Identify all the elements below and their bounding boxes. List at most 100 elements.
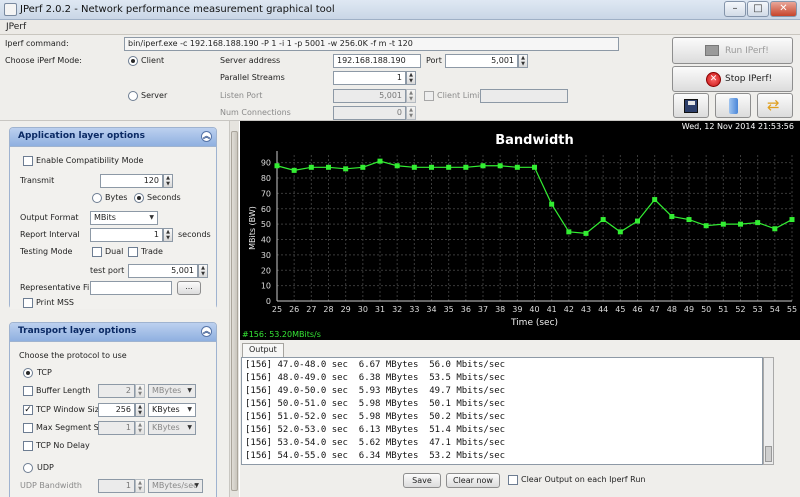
parallel-streams-input[interactable]: 1 bbox=[333, 71, 406, 85]
x-tick-label: 32 bbox=[392, 305, 402, 314]
output-scrollbar[interactable] bbox=[763, 357, 774, 465]
data-point bbox=[377, 158, 383, 164]
data-point bbox=[480, 163, 486, 169]
trade-checkbox[interactable] bbox=[128, 247, 138, 257]
num-connections-input[interactable]: 0 bbox=[333, 106, 406, 120]
save-output-button[interactable]: Save bbox=[403, 473, 441, 488]
testing-mode-label: Testing Mode bbox=[20, 247, 73, 256]
udp-bandwidth-unit-select[interactable]: MBytes/sec bbox=[148, 479, 203, 493]
clear-now-button[interactable]: Clear now bbox=[446, 473, 500, 488]
listen-port-spinner[interactable]: ▲ ▼ bbox=[406, 89, 416, 103]
minimize-button[interactable]: – bbox=[724, 1, 746, 17]
server-address-input[interactable]: 192.168.188.190 bbox=[333, 54, 421, 68]
x-tick-label: 39 bbox=[512, 305, 522, 314]
transmit-spinner[interactable]: ▲ ▼ bbox=[163, 174, 173, 188]
top-config-panel: Iperf command: bin/iperf.exe -c 192.168.… bbox=[0, 35, 800, 121]
x-tick-label: 45 bbox=[615, 305, 625, 314]
x-tick-label: 49 bbox=[684, 305, 694, 314]
tcp-window-size-checkbox[interactable]: ✓ bbox=[23, 405, 33, 415]
x-tick-label: 26 bbox=[289, 305, 299, 314]
save-config-button[interactable] bbox=[673, 93, 709, 118]
mss-unit-select[interactable]: KBytes bbox=[148, 421, 196, 435]
server-radio[interactable] bbox=[128, 91, 138, 101]
data-point bbox=[532, 164, 537, 170]
server-address-label: Server address bbox=[220, 56, 281, 65]
mss-spinner[interactable]: ▲ ▼ bbox=[135, 421, 145, 435]
mss-input[interactable]: 1 bbox=[98, 421, 135, 435]
output-scrollbar-thumb[interactable] bbox=[765, 446, 772, 462]
output-format-select[interactable]: MBits bbox=[90, 211, 158, 225]
report-interval-spinner[interactable]: ▲ ▼ bbox=[163, 228, 173, 242]
num-connections-spinner[interactable]: ▲ ▼ bbox=[406, 106, 416, 120]
tcp-window-size-input[interactable]: 256 bbox=[98, 403, 135, 417]
collapse-chevron-icon[interactable]: ︽ bbox=[201, 326, 212, 337]
bandwidth-chart-panel: Wed, 12 Nov 2014 21:53:56 Bandwidth 0 10 20… bbox=[240, 121, 800, 340]
mss-checkbox[interactable] bbox=[23, 423, 33, 433]
port-spinner[interactable]: ▲ ▼ bbox=[518, 54, 528, 68]
trade-label: Trade bbox=[141, 247, 163, 256]
x-tick-label: 31 bbox=[375, 305, 385, 314]
output-line: [156] 47.0-48.0 sec 6.67 MBytes 56.0 Mbi… bbox=[245, 360, 506, 370]
refresh-button[interactable]: ⇄ bbox=[757, 93, 793, 118]
stop-iperf-button[interactable]: ✕ Stop IPerf! bbox=[672, 66, 793, 92]
transport-layer-header[interactable]: Transport layer options ︽ bbox=[10, 323, 216, 341]
options-scrollbar[interactable] bbox=[229, 121, 239, 497]
data-point bbox=[772, 226, 778, 232]
bytes-radio[interactable] bbox=[92, 193, 102, 203]
maximize-button[interactable]: □ bbox=[747, 1, 769, 17]
test-port-spinner[interactable]: ▲ ▼ bbox=[198, 264, 208, 278]
browse-button[interactable]: ... bbox=[177, 281, 201, 295]
clear-each-run-checkbox[interactable] bbox=[508, 475, 518, 485]
data-point bbox=[463, 164, 469, 170]
buffer-length-spinner[interactable]: ▲ ▼ bbox=[135, 384, 145, 398]
tab-output[interactable]: Output bbox=[242, 343, 284, 358]
tcp-radio[interactable] bbox=[23, 368, 33, 378]
seconds-radio[interactable] bbox=[134, 193, 144, 203]
app-icon bbox=[4, 3, 17, 16]
client-limit-input[interactable] bbox=[480, 89, 568, 103]
client-limit-checkbox[interactable] bbox=[424, 91, 434, 101]
application-layer-title: Application layer options bbox=[18, 131, 145, 141]
buffer-length-input[interactable]: 2 bbox=[98, 384, 135, 398]
data-point bbox=[497, 163, 503, 169]
floppy-save-icon bbox=[684, 99, 698, 113]
clear-config-button[interactable] bbox=[715, 93, 751, 118]
x-tick-label: 53 bbox=[753, 305, 763, 314]
client-limit-label: Client Limit bbox=[437, 91, 483, 100]
output-textarea[interactable]: [156] 47.0-48.0 sec 6.67 MBytes 56.0 Mbi… bbox=[241, 357, 763, 465]
tcp-window-unit-select[interactable]: KBytes bbox=[148, 403, 196, 417]
buffer-length-unit-select[interactable]: MBytes bbox=[148, 384, 196, 398]
collapse-chevron-icon[interactable]: ︽ bbox=[201, 131, 212, 142]
udp-radio[interactable] bbox=[23, 463, 33, 473]
menu-jperf[interactable]: JPerf bbox=[6, 22, 26, 32]
udp-bandwidth-spinner[interactable]: ▲ ▼ bbox=[135, 479, 145, 493]
iperf-command-field[interactable]: bin/iperf.exe -c 192.168.188.190 -P 1 -i… bbox=[124, 37, 619, 51]
report-interval-input[interactable]: 1 bbox=[90, 228, 163, 242]
listen-port-input[interactable]: 5,001 bbox=[333, 89, 406, 103]
application-layer-header[interactable]: Application layer options ︽ bbox=[10, 128, 216, 146]
port-input[interactable]: 5,001 bbox=[445, 54, 518, 68]
print-mss-checkbox[interactable] bbox=[23, 298, 33, 308]
run-iperf-button[interactable]: Run IPerf! bbox=[672, 37, 793, 64]
tcp-window-size-spinner[interactable]: ▲ ▼ bbox=[135, 403, 145, 417]
rep-file-input[interactable] bbox=[90, 281, 172, 295]
close-button[interactable]: ✕ bbox=[770, 1, 797, 17]
print-mss-label: Print MSS bbox=[36, 298, 75, 307]
x-tick-label: 37 bbox=[478, 305, 488, 314]
data-point bbox=[755, 220, 761, 226]
report-interval-unit: seconds bbox=[178, 230, 211, 239]
x-tick-label: 41 bbox=[547, 305, 557, 314]
compat-mode-checkbox[interactable] bbox=[23, 156, 33, 166]
test-port-label: test port bbox=[90, 266, 125, 275]
tcp-no-delay-checkbox[interactable] bbox=[23, 441, 33, 451]
dual-checkbox[interactable] bbox=[92, 247, 102, 257]
test-port-input[interactable]: 5,001 bbox=[128, 264, 198, 278]
udp-bandwidth-input[interactable]: 1 bbox=[98, 479, 135, 493]
options-scrollbar-thumb[interactable] bbox=[231, 131, 238, 491]
transmit-input[interactable]: 120 bbox=[100, 174, 163, 188]
client-radio[interactable] bbox=[128, 56, 138, 66]
parallel-streams-spinner[interactable]: ▲ ▼ bbox=[406, 71, 416, 85]
x-tick-label: 52 bbox=[735, 305, 745, 314]
buffer-length-checkbox[interactable] bbox=[23, 386, 33, 396]
data-point bbox=[514, 164, 520, 170]
